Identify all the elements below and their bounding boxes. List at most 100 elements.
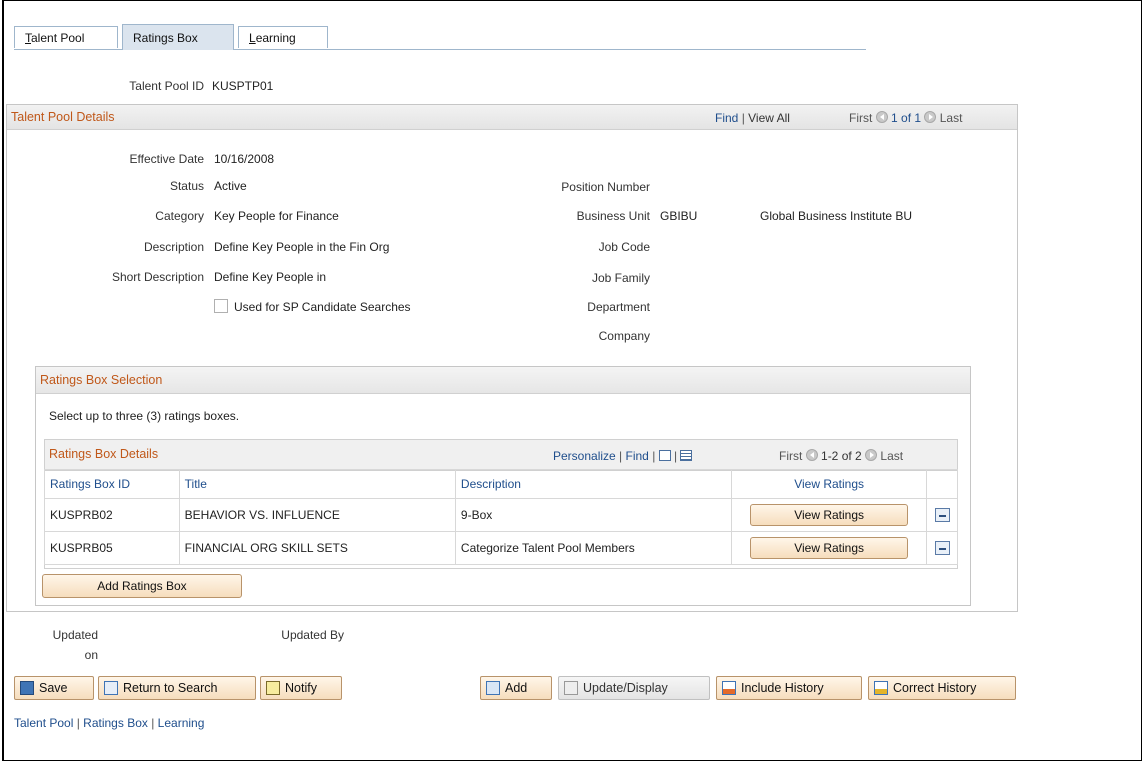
department-label: Department: [587, 300, 650, 314]
updated-on-label-line2: on: [84, 648, 98, 662]
status-label: Status: [169, 179, 204, 193]
talent-pool-details-title: Talent Pool Details: [11, 110, 115, 124]
effective-date-label: Effective Date: [129, 152, 204, 166]
delete-row-icon[interactable]: [934, 508, 950, 523]
ratings-box-title-cell: FINANCIAL ORG SKILL SETS: [178, 531, 456, 565]
ratings-grid-header: Ratings Box Details Personalize | Find |…: [45, 440, 957, 471]
next-arrow-icon[interactable]: [924, 111, 937, 123]
bottom-link-ratings-box[interactable]: Ratings Box: [83, 716, 148, 730]
details-nav: Find | View All: [715, 111, 790, 125]
add-ratings-box-button[interactable]: Add Ratings Box: [42, 574, 242, 598]
delete-row-cell: [926, 531, 958, 565]
correct-history-button[interactable]: Correct History: [868, 676, 1016, 700]
grid-first-label: First: [779, 449, 803, 463]
tab-learning-label: earning: [255, 31, 296, 45]
view-ratings-button[interactable]: View Ratings: [750, 537, 909, 559]
view-ratings-cell: View Ratings: [731, 498, 928, 532]
update-display-icon: [564, 681, 578, 695]
return-to-search-label: Return to Search: [123, 681, 218, 695]
tab-ratings-box[interactable]: Ratings Box: [122, 24, 234, 50]
company-label: Company: [598, 329, 650, 343]
updated-on-label: Updated: [52, 628, 98, 642]
include-history-icon: [722, 681, 736, 695]
delete-row-icon[interactable]: [934, 541, 950, 556]
tab-talent-pool-label: alent Pool: [31, 31, 85, 45]
effective-date-value: 10/16/2008: [214, 152, 275, 166]
sp-candidate-label: Used for SP Candidate Searches: [234, 300, 411, 314]
ratings-grid-title: Ratings Box Details: [49, 447, 159, 461]
personalize-link[interactable]: Personalize: [553, 449, 616, 463]
updated-by-label: Updated By: [281, 628, 344, 642]
tab-learning[interactable]: Learning: [238, 26, 328, 48]
details-find-link[interactable]: Find: [715, 111, 738, 125]
ratings-box-title-cell: BEHAVIOR VS. INFLUENCE: [178, 498, 456, 532]
ratings-box-description-cell: Categorize Talent Pool Members: [454, 531, 733, 565]
bottom-page-links: Talent Pool | Ratings Box | Learning: [14, 716, 204, 730]
include-history-button[interactable]: Include History: [716, 676, 862, 700]
notify-button[interactable]: Notify: [260, 676, 342, 700]
tab-talent-pool[interactable]: Talent Pool: [14, 26, 118, 48]
update-display-label: Update/Display: [583, 681, 668, 695]
add-icon: [486, 681, 500, 695]
return-to-search-button[interactable]: Return to Search: [98, 676, 256, 700]
details-range: 1 of 1: [891, 111, 922, 125]
sp-candidate-checkbox[interactable]: [214, 299, 228, 313]
grid-range: 1-2 of 2: [821, 449, 862, 463]
ratings-instruction: Select up to three (3) ratings boxes.: [49, 409, 240, 423]
notify-icon: [266, 681, 280, 695]
column-header-delete: [926, 469, 958, 499]
talent-pool-id-value: KUSPTP01: [212, 79, 274, 93]
return-search-icon: [104, 681, 118, 695]
position-number-label: Position Number: [561, 180, 650, 194]
talent-pool-id-label: Talent Pool ID: [129, 79, 204, 93]
grid-find-link[interactable]: Find: [626, 449, 649, 463]
details-view-all-link[interactable]: View All: [748, 111, 790, 125]
page-tabs: Talent Pool Ratings Box Learning: [14, 24, 866, 50]
table-row: KUSPRB05 FINANCIAL ORG SKILL SETS Catego…: [44, 531, 958, 565]
column-header-description: Description: [454, 469, 733, 499]
talent-pool-details-header: Talent Pool Details Find | View All Firs…: [7, 105, 1017, 130]
ratings-box-description-cell: 9-Box: [454, 498, 733, 532]
business-unit-code: GBIBU: [660, 209, 698, 223]
save-icon: [20, 681, 34, 695]
ratings-box-id-cell: KUSPRB02: [44, 498, 180, 532]
table-header-row: Ratings Box ID Title Description View Ra…: [44, 469, 958, 499]
short-description-label: Short Description: [111, 270, 204, 284]
correct-history-icon: [874, 681, 888, 695]
update-display-button[interactable]: Update/Display: [558, 676, 710, 700]
ratings-grid-nav: Personalize | Find | |: [553, 449, 693, 463]
previous-arrow-icon[interactable]: [805, 449, 818, 461]
include-history-label: Include History: [741, 681, 824, 695]
ratings-box-table: Ratings Box ID Title Description View Ra…: [44, 469, 958, 565]
job-family-label: Job Family: [591, 271, 650, 285]
short-description-value: Define Key People in: [214, 270, 327, 284]
details-pager: First 1 of 1 Last: [849, 111, 962, 125]
business-unit-name: Global Business Institute BU: [760, 209, 913, 223]
view-ratings-button[interactable]: View Ratings: [750, 504, 909, 526]
spreadsheet-icon[interactable]: [680, 450, 693, 461]
save-label: Save: [39, 681, 68, 695]
new-window-icon[interactable]: [658, 450, 671, 461]
add-button[interactable]: Add: [480, 676, 552, 700]
column-header-title: Title: [178, 469, 456, 499]
bottom-link-talent-pool[interactable]: Talent Pool: [14, 716, 73, 730]
add-label: Add: [505, 681, 528, 695]
category-label: Category: [155, 209, 204, 223]
status-value: Active: [214, 179, 247, 193]
ratings-box-selection-header: Ratings Box Selection: [36, 367, 970, 394]
category-value: Key People for Finance: [214, 209, 339, 223]
table-row: KUSPRB02 BEHAVIOR VS. INFLUENCE 9-Box Vi…: [44, 498, 958, 532]
notify-label: Notify: [285, 681, 317, 695]
column-header-view-ratings: View Ratings: [731, 469, 928, 499]
tab-ratings-box-label: Ratings Box: [133, 31, 198, 45]
tab-learning-accel: L: [249, 31, 256, 45]
save-button[interactable]: Save: [14, 676, 94, 700]
grid-last-label: Last: [880, 449, 904, 463]
correct-history-label: Correct History: [893, 681, 977, 695]
bottom-link-learning[interactable]: Learning: [158, 716, 205, 730]
delete-row-cell: [926, 498, 958, 532]
job-code-label: Job Code: [598, 240, 650, 254]
view-ratings-cell: View Ratings: [731, 531, 928, 565]
next-arrow-icon[interactable]: [865, 449, 878, 461]
previous-arrow-icon[interactable]: [875, 111, 888, 123]
